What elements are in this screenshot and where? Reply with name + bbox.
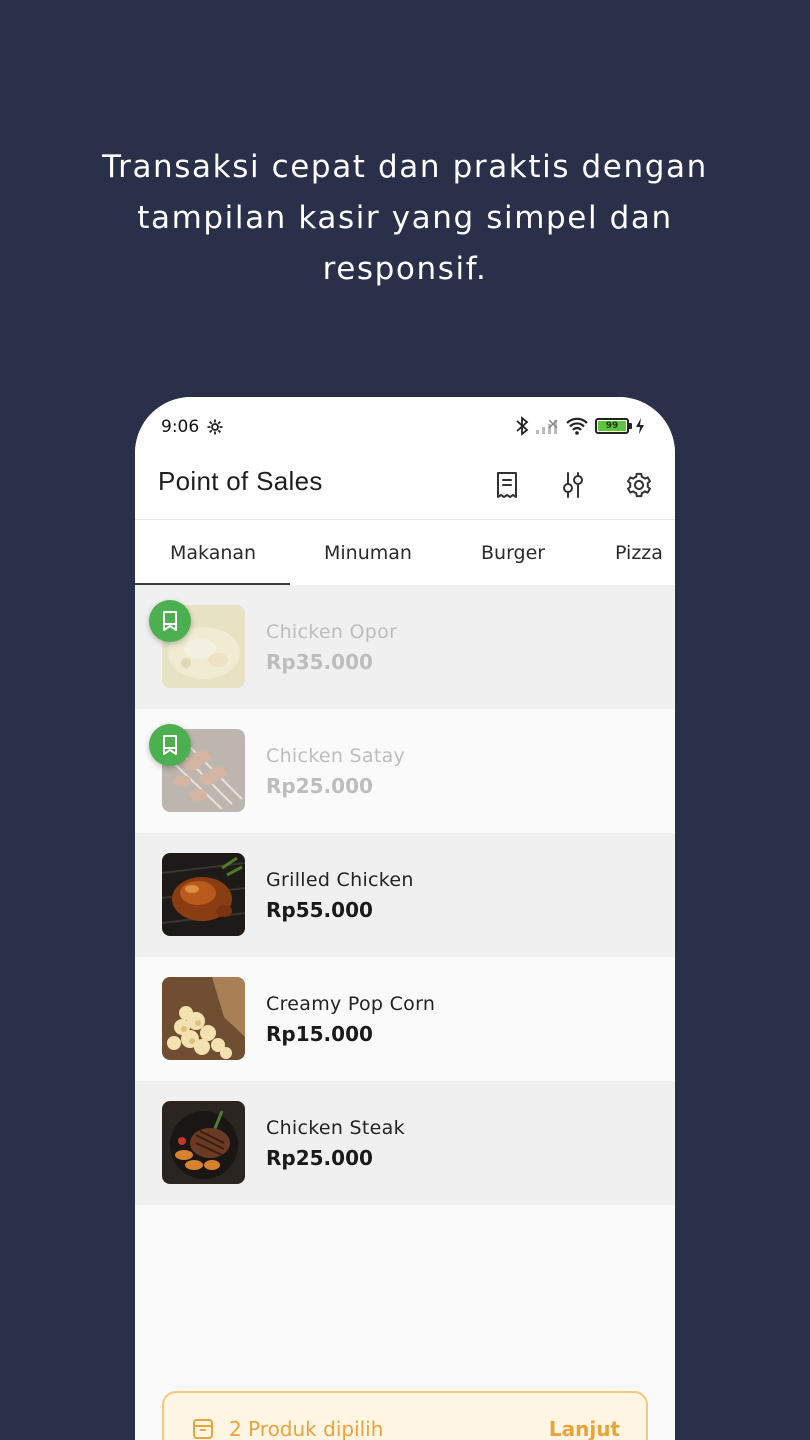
- list-item[interactable]: Grilled Chicken Rp55.000: [135, 833, 675, 957]
- product-image-chicken-steak: [162, 1101, 245, 1184]
- category-tabs: Makanan Minuman Burger Pizza: [135, 519, 675, 585]
- product-price: Rp15.000: [266, 1022, 373, 1046]
- tab-burger[interactable]: Burger: [481, 520, 545, 586]
- cart-summary-bar[interactable]: 2 Produk dipilih Lanjut: [162, 1391, 648, 1440]
- tab-pizza[interactable]: Pizza: [615, 520, 663, 586]
- app-bar-actions: [489, 467, 657, 503]
- bookmark-icon: [163, 611, 177, 631]
- headline-line-1: Transaksi cepat dan praktis dengan: [102, 149, 708, 185]
- wifi-icon: [566, 417, 588, 435]
- status-bar: 9:06 99: [135, 397, 675, 459]
- bluetooth-icon: [516, 416, 529, 436]
- product-name: Chicken Satay: [266, 745, 406, 767]
- receipt-button[interactable]: [489, 467, 525, 503]
- product-name: Chicken Steak: [266, 1117, 405, 1139]
- selected-badge: [149, 724, 191, 766]
- list-item[interactable]: Chicken Opor Rp35.000: [135, 585, 675, 709]
- phone-frame: 9:06 99 Point of Sales Makanan Minuman B…: [135, 397, 675, 1440]
- app-bar: Point of Sales: [135, 459, 675, 519]
- continue-button[interactable]: Lanjut: [549, 1417, 620, 1440]
- tab-minuman[interactable]: Minuman: [324, 520, 412, 586]
- settings-gear-icon: [627, 472, 651, 498]
- product-price: Rp55.000: [266, 898, 373, 922]
- product-image-grilled-chicken: [162, 853, 245, 936]
- product-list: Chicken Opor Rp35.000 Chicken Satay Rp25…: [135, 585, 675, 1205]
- product-price: Rp25.000: [266, 774, 373, 798]
- product-name: Creamy Pop Corn: [266, 993, 436, 1015]
- headline-line-2: tampilan kasir yang simpel dan: [137, 200, 673, 236]
- product-image-creamy-pop-corn: [162, 977, 245, 1060]
- bookmark-icon: [163, 735, 177, 755]
- settings-button[interactable]: [621, 467, 657, 503]
- headline-line-3: responsif.: [322, 251, 488, 287]
- status-icons: 99: [515, 416, 645, 436]
- headline: Transaksi cepat dan praktis dengan tampi…: [0, 142, 810, 295]
- list-item[interactable]: Chicken Satay Rp25.000: [135, 709, 675, 833]
- box-icon: [193, 1419, 213, 1439]
- signal-icon: [536, 419, 558, 434]
- list-item[interactable]: Creamy Pop Corn Rp15.000: [135, 957, 675, 1081]
- selected-count-label: 2 Produk dipilih: [229, 1417, 384, 1440]
- filter-button[interactable]: [555, 467, 591, 503]
- filter-sliders-icon: [563, 472, 583, 498]
- selected-badge: [149, 600, 191, 642]
- battery-level: 99: [598, 421, 626, 431]
- settings-status-icon: [207, 419, 223, 435]
- receipt-icon: [497, 472, 517, 498]
- tab-makanan[interactable]: Makanan: [170, 520, 256, 586]
- product-name: Chicken Opor: [266, 621, 398, 643]
- status-time: 9:06: [161, 417, 200, 437]
- product-price: Rp25.000: [266, 1146, 373, 1170]
- page-title: Point of Sales: [158, 466, 323, 496]
- list-item[interactable]: Chicken Steak Rp25.000: [135, 1081, 675, 1205]
- charging-icon: [636, 418, 644, 434]
- battery-icon: 99: [595, 418, 632, 434]
- product-price: Rp35.000: [266, 650, 373, 674]
- product-name: Grilled Chicken: [266, 869, 414, 891]
